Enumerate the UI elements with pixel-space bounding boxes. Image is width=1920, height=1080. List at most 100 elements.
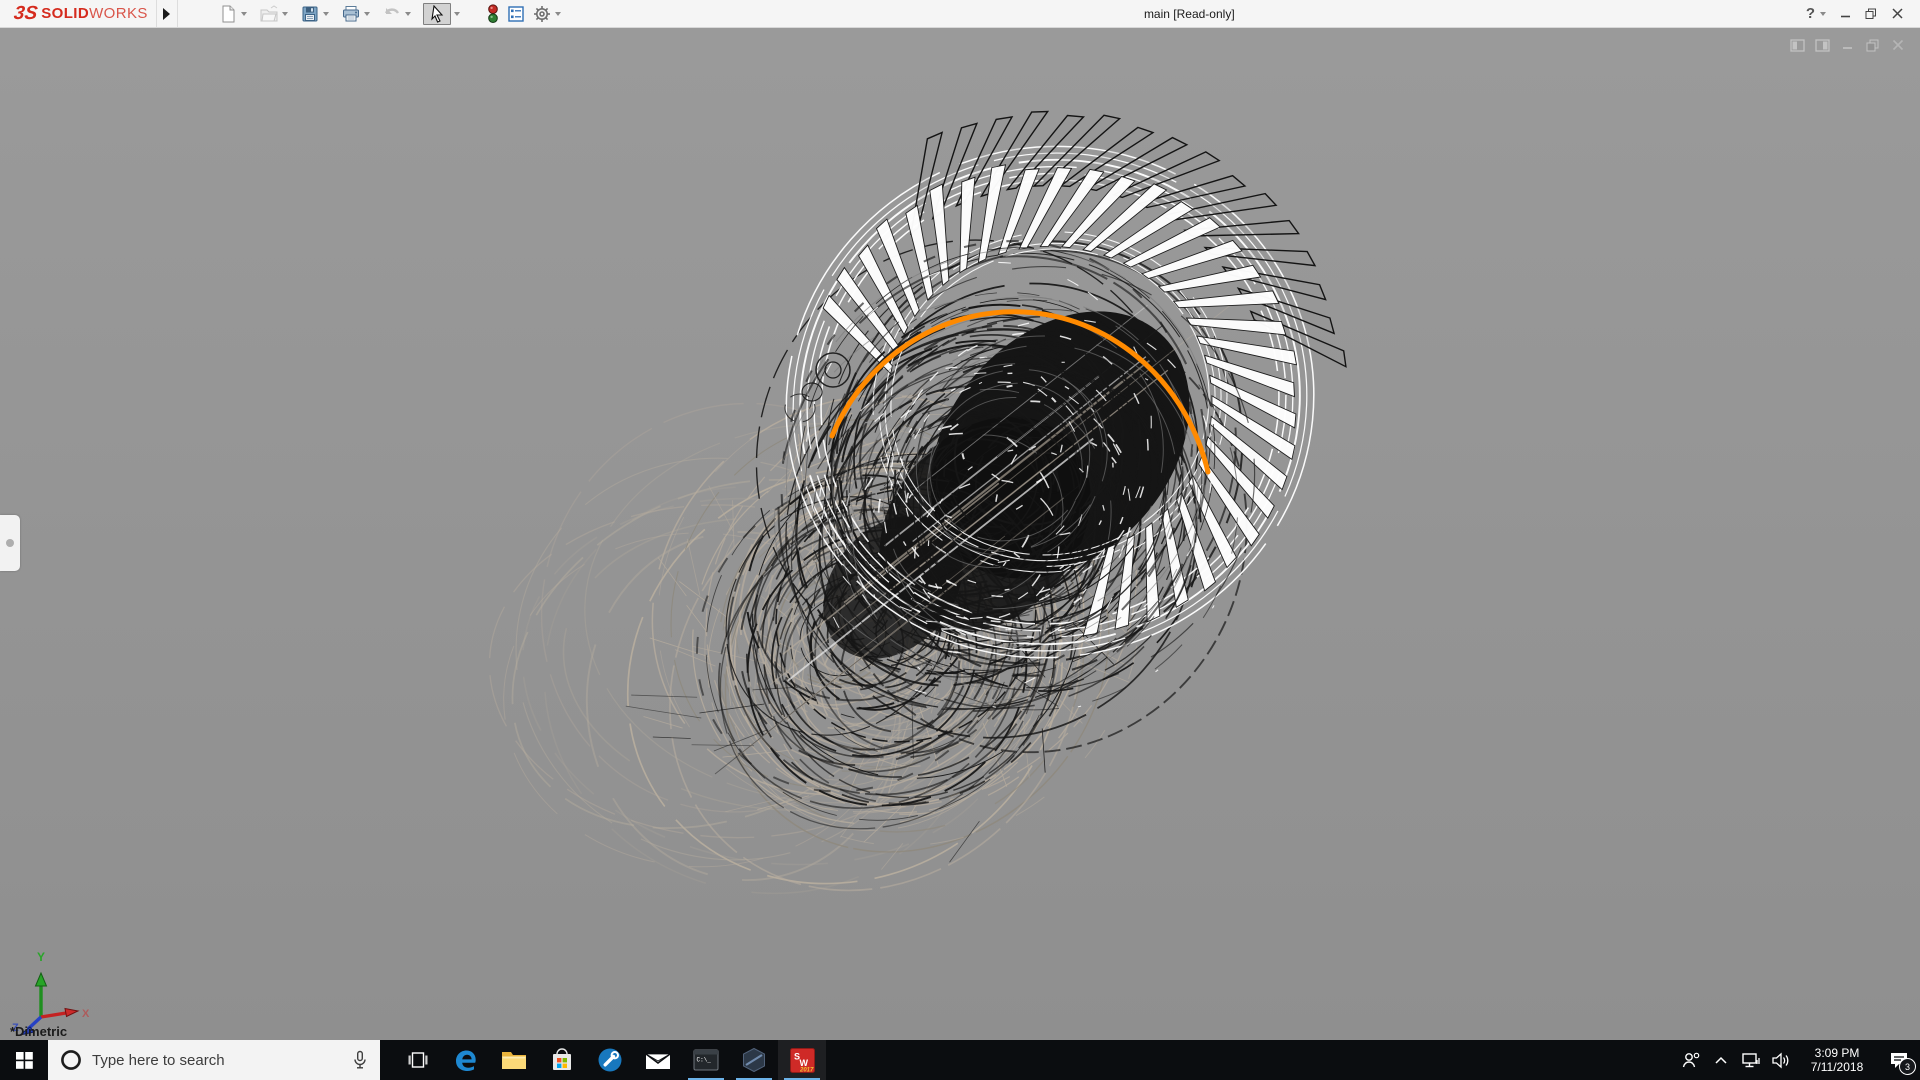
taskbar-search-input[interactable]: Type here to search	[48, 1040, 380, 1080]
restore-button[interactable]	[1858, 3, 1884, 25]
network-button[interactable]	[1736, 1040, 1766, 1080]
document-title: main [Read-only]	[1143, 6, 1235, 21]
open-icon	[260, 4, 278, 21]
volume-button[interactable]	[1766, 1040, 1796, 1080]
close-button[interactable]	[1884, 3, 1910, 25]
turbine-engine-wireframe-model[interactable]	[0, 27, 1920, 1040]
windows-taskbar: Type here to search C:\_ S W 2017 3:09 P…	[0, 1040, 1920, 1080]
new-document-icon	[222, 5, 235, 22]
network-icon	[1742, 1052, 1760, 1067]
people-button[interactable]	[1676, 1040, 1706, 1080]
options-dropdown-caret[interactable]	[554, 11, 561, 16]
restore-icon	[1865, 8, 1876, 19]
action-center-button[interactable]: 3	[1878, 1040, 1920, 1080]
open-button[interactable]	[259, 4, 294, 24]
task-view-icon	[408, 1052, 428, 1068]
save-dropdown-caret[interactable]	[322, 11, 329, 16]
undo-dropdown-caret[interactable]	[404, 11, 411, 16]
new-dropdown-caret[interactable]	[240, 11, 247, 16]
titlebar: 3S SOLID WORKS main [Read-only] ?	[0, 0, 1920, 28]
solidworks-2017-button[interactable]: S W 2017	[778, 1040, 826, 1080]
help-dropdown-caret[interactable]	[1820, 11, 1826, 16]
file-explorer-icon	[502, 1052, 526, 1069]
svg-text:W: W	[799, 1058, 808, 1068]
show-hidden-icons-button[interactable]	[1706, 1040, 1736, 1080]
featuremanager-collapsed-tab[interactable]	[0, 515, 20, 571]
pane-handle-dot-icon	[6, 539, 14, 547]
selection-filter-button[interactable]	[486, 3, 500, 24]
store-button[interactable]	[538, 1040, 586, 1080]
new-document-button[interactable]	[218, 4, 253, 24]
tray-time: 3:09 PM	[1814, 1046, 1860, 1060]
search-placeholder-text: Type here to search	[92, 1051, 225, 1069]
dark-polygon-app-icon	[743, 1047, 765, 1073]
task-view-button[interactable]	[394, 1040, 442, 1080]
child-minimize-button[interactable]	[1835, 35, 1860, 55]
pane-right-icon	[1815, 38, 1830, 52]
minimize-button[interactable]	[1832, 3, 1858, 25]
undo-icon	[384, 7, 399, 14]
options-gear-icon	[533, 5, 550, 22]
orientation-triad: Y X Z	[12, 950, 90, 1035]
save-button[interactable]	[300, 4, 335, 24]
graphics-viewport[interactable]: Y X Z *Dimetric	[0, 27, 1920, 1040]
print-button[interactable]	[341, 4, 376, 24]
svg-text:Y: Y	[37, 950, 45, 964]
view-orientation-label: *Dimetric	[10, 1024, 68, 1039]
minimize-icon	[1840, 15, 1850, 18]
svg-text:2017: 2017	[799, 1067, 814, 1073]
triad-x-axis: X	[40, 1007, 90, 1020]
print-icon	[342, 5, 359, 21]
solidworks-2017-icon: S W 2017	[789, 1047, 815, 1073]
settings-tool-button[interactable]	[586, 1040, 634, 1080]
open-dropdown-caret[interactable]	[281, 11, 288, 16]
display-properties-button[interactable]	[506, 4, 526, 24]
child-minimize-icon	[1842, 47, 1852, 49]
window-controls: ?	[1806, 3, 1920, 25]
mail-button[interactable]	[634, 1040, 682, 1080]
notification-badge: 3	[1899, 1058, 1916, 1075]
solidworks-logo: 3S SOLID WORKS	[12, 2, 148, 24]
flyout-arrow-icon	[163, 7, 171, 20]
svg-text:C:\_: C:\_	[697, 1057, 712, 1064]
cortana-icon	[61, 1050, 81, 1070]
print-dropdown-caret[interactable]	[363, 11, 370, 16]
edge-button[interactable]	[442, 1040, 490, 1080]
taskbar-apps: C:\_ S W 2017	[394, 1040, 826, 1080]
pane-toggle-left-button[interactable]	[1785, 35, 1810, 55]
traffic-light-icon	[487, 3, 498, 23]
options-button[interactable]	[532, 4, 567, 24]
child-close-button[interactable]	[1885, 35, 1910, 55]
svg-text:X: X	[82, 1008, 90, 1020]
command-prompt-icon: C:\_	[693, 1049, 719, 1071]
start-button[interactable]	[0, 1040, 48, 1080]
select-dropdown-caret[interactable]	[453, 11, 460, 16]
people-icon	[1682, 1052, 1700, 1068]
file-explorer-button[interactable]	[490, 1040, 538, 1080]
undo-button[interactable]	[382, 4, 417, 24]
volume-icon	[1772, 1052, 1789, 1068]
standard-toolbar	[218, 2, 573, 25]
child-restore-button[interactable]	[1860, 35, 1885, 55]
help-button[interactable]: ?	[1806, 5, 1815, 22]
save-icon	[302, 6, 318, 21]
windows-logo-icon	[15, 1051, 33, 1069]
pane-toggle-right-button[interactable]	[1810, 35, 1835, 55]
clock[interactable]: 3:09 PM 7/11/2018	[1800, 1046, 1874, 1074]
microphone-icon[interactable]	[352, 1050, 368, 1070]
document-window-controls	[1785, 35, 1910, 55]
select-tool-pressed-frame	[422, 2, 451, 25]
properties-list-icon	[508, 5, 524, 22]
select-tool-button[interactable]	[422, 2, 466, 25]
composer-3d-app-button[interactable]	[730, 1040, 778, 1080]
menu-flyout-button[interactable]	[155, 0, 178, 27]
command-prompt-button[interactable]: C:\_	[682, 1040, 730, 1080]
dassault-3s-logo: 3S	[12, 2, 39, 24]
edge-icon	[456, 1050, 476, 1071]
close-icon	[1891, 8, 1903, 19]
tray-date: 7/11/2018	[1810, 1060, 1864, 1074]
triad-y-axis: Y	[34, 950, 48, 1017]
child-restore-icon	[1866, 39, 1879, 51]
wrench-circle-icon	[598, 1048, 622, 1072]
child-close-icon	[1892, 39, 1903, 51]
